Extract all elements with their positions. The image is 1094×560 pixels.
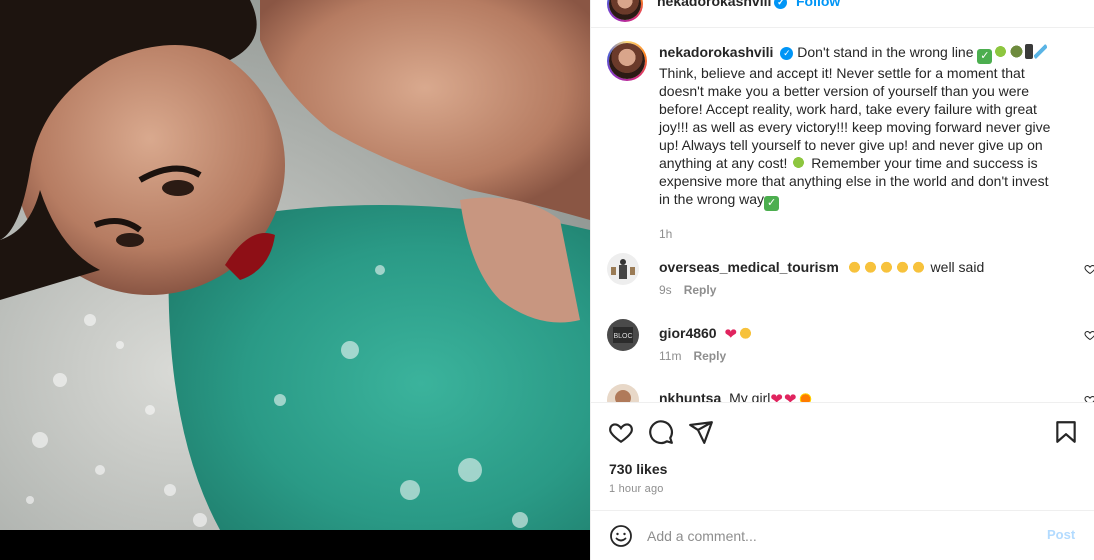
comment-text: overseas_medical_tourism well said	[659, 259, 984, 275]
comment-meta: 9s Reply	[659, 283, 716, 297]
red-heart-emoji-icon: ❤	[770, 391, 783, 402]
likes-count[interactable]: 730 likes	[609, 461, 667, 477]
caption-avatar[interactable]	[607, 41, 647, 81]
traffic-light-emoji-icon	[1025, 44, 1034, 59]
comment-time[interactable]: 9s	[659, 283, 672, 297]
like-comment-heart-icon[interactable]	[1084, 329, 1094, 341]
raising-hands-emoji-icon	[894, 259, 910, 274]
test-tube-emoji-icon	[1034, 44, 1048, 59]
verified-badge-icon: ✓	[780, 47, 794, 60]
reply-button[interactable]: Reply	[693, 349, 726, 363]
caption-line-1: Don't stand in the wrong line	[797, 44, 974, 60]
bath-photo	[0, 0, 590, 560]
comment-body: My girl	[729, 390, 771, 402]
heart-icon[interactable]	[608, 419, 634, 445]
check-emoji-icon: ✓	[764, 196, 780, 211]
comment-meta: 11m Reply	[659, 349, 726, 363]
red-heart-emoji-icon: ❤	[783, 391, 797, 402]
raising-hands-emoji-icon	[738, 325, 754, 340]
red-heart-emoji-icon: ❤	[724, 326, 738, 343]
like-comment-heart-icon[interactable]	[1084, 263, 1094, 275]
reply-button[interactable]: Reply	[684, 283, 717, 297]
add-comment-bar: Post	[591, 510, 1094, 560]
svg-text:BLOC: BLOC	[613, 333, 632, 340]
raising-hands-emoji-icon	[862, 259, 878, 274]
caption-timestamp[interactable]: 1h	[659, 227, 672, 241]
comment-username-link[interactable]: nkhuntsa	[659, 390, 721, 402]
comment-username-link[interactable]: gior4860	[659, 325, 717, 341]
comment-avatar[interactable]	[607, 384, 639, 402]
fire-emoji-icon	[797, 390, 813, 402]
comment-icon[interactable]	[648, 419, 674, 445]
post-sidebar: nekadorokashvili ✓ Follow nekadorokashvil…	[590, 0, 1094, 560]
raising-hands-emoji-icon	[910, 259, 926, 274]
check-emoji-icon: ✓	[977, 49, 993, 64]
comment-item: overseas_medical_tourism well said 9s Rep…	[607, 253, 1094, 303]
share-icon[interactable]	[688, 419, 714, 445]
like-comment-heart-icon[interactable]	[1084, 394, 1094, 402]
raising-hands-emoji-icon	[846, 259, 862, 274]
turtle-emoji-icon	[1009, 44, 1025, 59]
comment-text: nkhuntsa My girl❤❤	[659, 390, 814, 402]
caption-username-link[interactable]: nekadorokashvili	[659, 44, 773, 60]
comments-list[interactable]: nekadorokashvili ✓ Don't stand in the wro…	[591, 29, 1094, 402]
comment-time[interactable]: 11m	[659, 349, 681, 363]
author-username-link[interactable]: nekadorokashvili ✓	[657, 0, 788, 9]
snake-emoji-icon	[993, 44, 1009, 59]
smiley-icon[interactable]	[609, 524, 633, 548]
snake-emoji-icon	[791, 155, 807, 170]
follow-button[interactable]: Follow	[796, 0, 840, 9]
post-comment-button[interactable]: Post	[1047, 527, 1075, 542]
bookmark-icon[interactable]	[1053, 419, 1079, 445]
author-avatar[interactable]	[607, 0, 643, 22]
comment-body: well said	[930, 259, 985, 275]
comment-input[interactable]	[647, 523, 1027, 549]
raising-hands-emoji-icon	[878, 259, 894, 274]
comment-item: nkhuntsa My girl❤❤	[607, 384, 1094, 402]
comment-avatar[interactable]	[607, 253, 639, 285]
caption-text: nekadorokashvili ✓ Don't stand in the wro…	[659, 43, 1059, 211]
comment-username-link[interactable]: overseas_medical_tourism	[659, 259, 839, 275]
post-header: nekadorokashvili ✓ Follow	[591, 0, 1094, 28]
comment-item: BLOC gior4860 ❤ 11m Reply	[607, 319, 1094, 369]
post-actions: 730 likes 1 hour ago	[591, 402, 1094, 510]
comment-avatar[interactable]: BLOC	[607, 319, 639, 351]
comment-text: gior4860 ❤	[659, 325, 754, 343]
post-timestamp[interactable]: 1 hour ago	[609, 483, 664, 495]
post-image[interactable]	[0, 0, 590, 560]
verified-badge-icon: ✓	[774, 0, 788, 9]
